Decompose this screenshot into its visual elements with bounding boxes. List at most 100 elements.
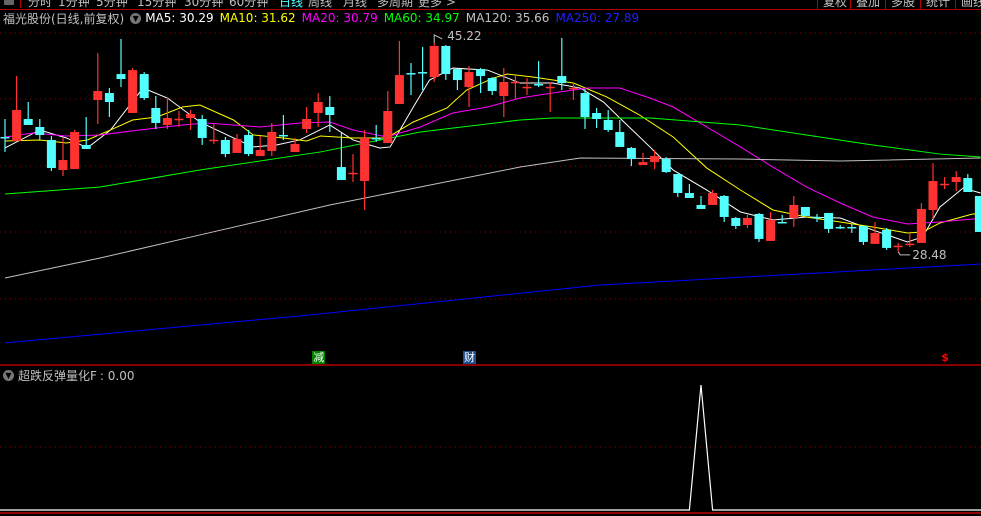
ma120-value: MA120: 35.66: [465, 11, 550, 25]
candle-down: [452, 69, 462, 81]
candle-up: [789, 204, 799, 218]
candle-up: [638, 162, 648, 166]
candle-up: [510, 81, 520, 84]
candle-down: [81, 144, 91, 149]
candle-down: [696, 204, 706, 209]
candle-down: [963, 178, 973, 193]
indicator-title: 超跌反弹量化F: [18, 369, 97, 383]
candle-down: [974, 196, 981, 232]
candle-up: [267, 131, 277, 151]
candle-down: [615, 131, 625, 147]
candle-down: [580, 93, 590, 117]
ma20-value: MA20: 30.79: [301, 11, 378, 25]
candle-up: [916, 208, 926, 243]
candle-down: [476, 69, 486, 77]
low-arrow-icon: [897, 251, 911, 256]
stock-title: 福光股份(日线,前复权): [3, 11, 125, 26]
event-marker-2[interactable]: $: [939, 351, 952, 364]
candle-down: [719, 196, 729, 217]
candle-up: [302, 118, 312, 129]
indicator-legend: ▼ 超跌反弹量化F : 0.00: [3, 367, 134, 384]
candle-up: [128, 70, 138, 114]
candle-down: [418, 72, 428, 74]
candle-up: [464, 72, 474, 88]
candle-up: [93, 91, 103, 101]
chevron-down-icon[interactable]: ▼: [130, 12, 142, 24]
candle-up: [928, 181, 938, 210]
candle-down: [487, 78, 497, 92]
low-price-label: 28.48: [912, 248, 946, 262]
candle-up: [255, 149, 265, 157]
high-price-label: 45.22: [447, 29, 481, 43]
indicator-value: : 0.00: [99, 368, 135, 383]
candle-up: [522, 86, 532, 89]
candle-down: [603, 119, 613, 130]
candle-up: [742, 217, 752, 225]
candle-up: [174, 118, 184, 121]
candle-up: [893, 245, 903, 248]
candle-down: [116, 74, 126, 80]
candle-up: [58, 160, 68, 171]
candle-down: [336, 167, 346, 181]
candle-up: [383, 111, 393, 143]
event-marker-0[interactable]: 减: [312, 351, 326, 364]
candle-up: [162, 117, 172, 125]
candle-down: [0, 136, 10, 139]
candle-up: [209, 139, 219, 142]
candle-down: [835, 226, 845, 229]
ma-line-ma250: [4, 263, 981, 344]
candle-up: [290, 143, 300, 152]
candle-down: [197, 118, 207, 138]
candle-down: [151, 108, 161, 123]
candle-down: [104, 93, 114, 103]
event-marker-1[interactable]: 财: [463, 351, 476, 364]
candle-up: [766, 219, 776, 241]
candle-up: [650, 156, 660, 163]
candle-down: [406, 73, 416, 75]
candle-down: [858, 225, 868, 242]
candle-down: [777, 221, 787, 224]
candle-down: [278, 134, 288, 137]
candle-up: [951, 177, 961, 183]
kline-chart[interactable]: 45.22 28.48: [0, 0, 981, 516]
candle-down: [139, 74, 149, 99]
main-chart-legend: 福光股份(日线,前复权) ▼ MA5: 30.29 MA10: 31.62 MA…: [3, 10, 645, 26]
candle-down: [812, 216, 822, 219]
candle-up: [70, 131, 80, 170]
candle-up: [12, 110, 22, 141]
candle-up: [708, 193, 718, 205]
candle-up: [568, 87, 578, 90]
candle-down: [23, 118, 33, 125]
candle-down: [661, 159, 671, 173]
candle-down: [557, 76, 567, 84]
candle-down: [626, 147, 636, 160]
candle-down: [534, 84, 544, 86]
candle-down: [673, 174, 683, 194]
candle-up: [360, 137, 370, 182]
candle-down: [35, 126, 45, 135]
candle-down: [371, 137, 381, 140]
candle-down: [46, 139, 56, 169]
candle-down: [220, 139, 230, 155]
high-arrow-icon: [433, 34, 443, 43]
candle-down: [800, 206, 810, 216]
candle-up: [394, 75, 404, 105]
ma-line-ma10: [4, 73, 981, 234]
candle-up: [870, 232, 880, 244]
candle-up: [545, 86, 555, 89]
ma250-value: MA250: 27.89: [555, 11, 640, 25]
ma10-value: MA10: 31.62: [219, 11, 296, 25]
candle-up: [940, 183, 950, 186]
chevron-down-icon[interactable]: ▼: [3, 370, 14, 381]
candle-down: [824, 212, 834, 229]
ma5-value: MA5: 30.29: [145, 11, 214, 25]
candle-down: [847, 226, 857, 229]
candle-down: [244, 134, 254, 155]
candle-down: [754, 213, 764, 239]
candle-up: [499, 82, 509, 97]
ma-line-ma60: [4, 117, 981, 195]
ma60-value: MA60: 34.97: [383, 11, 460, 25]
candle-up: [348, 172, 358, 175]
candle-up: [905, 243, 915, 246]
candle-down: [325, 107, 335, 115]
